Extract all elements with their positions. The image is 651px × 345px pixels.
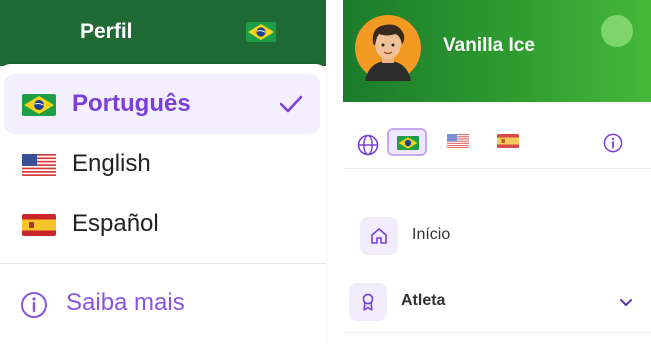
info-icon[interactable] [603,133,623,158]
divider [0,263,326,264]
check-icon [278,94,304,119]
profile-header: Perfil [0,0,326,66]
status-indicator [601,15,633,47]
usa-flag-icon [22,154,56,181]
sidebar-panel: Vanilla Ice Início Atleta [343,0,651,345]
spain-flag-icon [497,134,519,148]
chevron-down-icon[interactable] [619,295,633,313]
language-menu-panel: Perfil Português English Español Saiba m… [0,0,326,345]
medal-icon [349,283,387,321]
user-name: Vanilla Ice [443,35,535,56]
usa-flag-icon [447,134,469,148]
globe-icon [357,134,379,161]
page-title: Perfil [80,20,133,43]
nav-item-atleta[interactable]: Atleta [343,278,651,324]
divider [343,332,651,333]
flag-button-spain[interactable] [489,128,529,156]
language-label: Português [72,90,191,117]
learn-more-label: Saiba mais [66,289,185,316]
language-label: English [72,150,151,177]
language-option-english[interactable]: English [4,134,320,194]
home-icon [360,217,398,255]
nav-item-inicio[interactable]: Início [343,212,651,258]
spain-flag-icon [22,214,56,241]
nav-label: Início [412,226,451,243]
divider [343,168,651,169]
nav-label: Atleta [401,292,446,309]
language-label: Español [72,210,159,237]
language-dropdown: Português English Español Saiba mais [0,64,326,345]
language-option-spanish[interactable]: Español [4,194,320,254]
flag-button-usa[interactable] [439,128,479,156]
learn-more-link[interactable]: Saiba mais [20,287,220,321]
user-header: Vanilla Ice [343,0,651,102]
brazil-flag-icon [397,136,419,150]
avatar[interactable] [355,15,421,81]
flag-button-brazil[interactable] [387,128,427,156]
language-option-portuguese[interactable]: Português [4,74,320,134]
brazil-flag-icon[interactable] [246,22,276,47]
info-icon [20,291,48,324]
language-switcher [343,122,651,162]
brazil-flag-icon [22,94,56,121]
